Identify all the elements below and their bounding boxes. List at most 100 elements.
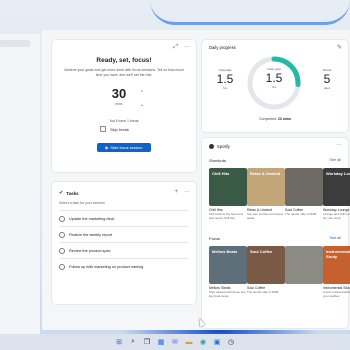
daily-progress-title: Daily progress bbox=[209, 45, 236, 50]
focus-subtitle: Achieve your goals and get more done wit… bbox=[64, 68, 184, 77]
playlist-tile[interactable]: Mellow Beats Mellow 'Beats Stay relaxed wi… bbox=[209, 246, 247, 298]
cover-text: Chill Hits bbox=[212, 171, 230, 176]
task-radio[interactable] bbox=[59, 231, 65, 238]
playlist-tile[interactable]: Relax & Unwind Relax & Unwind Set your wor… bbox=[247, 168, 285, 220]
tasks-title: Tasks bbox=[66, 190, 79, 196]
playlist-cover[interactable]: Relax & Unwind bbox=[247, 168, 285, 206]
playlist-cover[interactable]: Mellow Beats bbox=[209, 246, 247, 284]
playlist-description: The tender side of R&B. bbox=[247, 290, 280, 294]
search-icon[interactable]: ⌕ bbox=[128, 337, 138, 347]
clock-icon[interactable]: ◷ bbox=[226, 337, 236, 347]
store-icon[interactable]: ▣ bbox=[212, 337, 222, 347]
daily-card-controls: ✎ bbox=[331, 44, 342, 51]
expand-icon[interactable]: ⤢ bbox=[173, 44, 178, 50]
tasks-card: ✔ Tasks + ··· Select a task for your sess… bbox=[52, 182, 196, 304]
more-options-icon[interactable]: ··· bbox=[184, 189, 190, 195]
playlist-tile[interactable]: Chill Hits Chill Hits Kick back to the bes… bbox=[209, 168, 247, 220]
break-info: You'll have 1 break bbox=[109, 119, 139, 123]
focus-tiles: Mellow Beats Mellow 'Beats Stay relaxed wi… bbox=[209, 246, 350, 298]
streak-value: 5 bbox=[323, 72, 331, 86]
focus-title: Ready, set, focus! bbox=[96, 57, 152, 64]
playlist-description: Set your worries and stress aside. bbox=[247, 212, 284, 220]
wallpaper-bloom bbox=[150, 0, 350, 25]
completed-value: 23 mins bbox=[277, 117, 291, 121]
daily-progress-card: Daily progress ✎ Yesterday 1.5 hrs Daily… bbox=[202, 40, 348, 132]
task-item[interactable]: Review the product spec bbox=[59, 242, 189, 258]
focus-see-all-link[interactable]: See all bbox=[329, 236, 341, 240]
goal-stat: Daily goal 1.5 hrs bbox=[246, 67, 302, 89]
skip-break-checkbox[interactable]: Skip break bbox=[100, 126, 129, 132]
streak-unit: days bbox=[323, 86, 331, 90]
playlist-cover[interactable] bbox=[285, 246, 323, 284]
playlist-tile[interactable]: Workday LoungeWorkday LoungeLounge and c… bbox=[323, 168, 350, 220]
cover-text: Workday Lounge bbox=[326, 171, 350, 176]
focus-card-controls: ⤢ ··· bbox=[167, 44, 190, 51]
focus-heading: Focus bbox=[209, 236, 220, 241]
task-item[interactable]: Follow up with marketing on product nami… bbox=[59, 258, 189, 274]
task-label: Review the product spec bbox=[69, 248, 111, 253]
playlist-description: Lounge and chill out music for your work… bbox=[323, 212, 350, 220]
edge-icon[interactable]: ◉ bbox=[198, 337, 208, 347]
task-item[interactable]: Update the marketing deck bbox=[59, 210, 189, 226]
task-label: Finalize the weekly report bbox=[69, 232, 113, 237]
minutes-value[interactable]: 30 bbox=[102, 86, 136, 102]
widgets-icon[interactable]: ▦ bbox=[156, 337, 166, 347]
clock-app-window: ⤢ ··· Ready, set, focus! Achieve your goa… bbox=[42, 30, 350, 330]
shortcuts-heading: Shortcuts bbox=[209, 158, 226, 163]
spotify-title: Spotify bbox=[217, 144, 230, 149]
spotify-logo-icon bbox=[209, 144, 214, 149]
minutes-stepper[interactable]: 30 mins bbox=[102, 86, 136, 114]
playlist-description: The tender side of R&B. bbox=[285, 212, 318, 216]
spotify-card-controls: ··· bbox=[330, 142, 342, 148]
streak-stat: Streak 5 days bbox=[312, 68, 342, 90]
more-options-icon[interactable]: ··· bbox=[336, 142, 342, 148]
taskbar: ⊞ ⌕ ❐ ▦ ✉ ▬ ◉ ▣ ◷ bbox=[0, 334, 350, 350]
cover-text: Soul Coffee bbox=[250, 249, 273, 254]
spotify-card: Spotify ··· Shortcuts See all Chill Hits… bbox=[202, 138, 350, 328]
playlist-tile[interactable]: Instrumental Study Instrumental Study A so… bbox=[323, 246, 350, 298]
start-focus-label: Start focus session bbox=[110, 145, 143, 150]
task-item[interactable]: Finalize the weekly report bbox=[59, 226, 189, 242]
chevron-down-icon[interactable]: ⌄ bbox=[140, 99, 144, 111]
add-icon[interactable]: + bbox=[174, 189, 178, 195]
playlist-cover[interactable]: Soul Coffee bbox=[247, 246, 285, 284]
completed-label: Completed: bbox=[259, 117, 277, 121]
more-options-icon[interactable]: ··· bbox=[184, 44, 190, 50]
task-view-icon[interactable]: ❐ bbox=[142, 337, 152, 347]
checkbox-box[interactable] bbox=[100, 126, 106, 132]
chevron-up-icon[interactable]: ⌃ bbox=[140, 87, 144, 99]
task-list: Update the marketing deck Finalize the w… bbox=[59, 210, 189, 274]
daily-goal-ring[interactable]: Daily goal 1.5 hrs bbox=[246, 55, 302, 111]
goal-value: 1.5 bbox=[265, 71, 283, 85]
task-select-input[interactable]: Select a task for your session bbox=[59, 201, 105, 205]
playlist-description: Stay relaxed with these low-key beat tun… bbox=[209, 290, 247, 298]
skip-break-label: Skip break bbox=[110, 126, 129, 132]
completed-text: Completed: 23 mins bbox=[202, 117, 348, 121]
file-explorer-icon[interactable]: ▬ bbox=[184, 337, 194, 347]
cover-text: Mellow Beats bbox=[212, 249, 238, 254]
task-radio[interactable] bbox=[59, 247, 65, 254]
cover-text: Instrumental Study bbox=[326, 249, 350, 259]
playlist-cover[interactable] bbox=[285, 168, 323, 206]
windows-icon[interactable]: ⊞ bbox=[114, 337, 124, 347]
playlist-cover[interactable]: Workday Lounge bbox=[323, 168, 350, 206]
playlist-cover[interactable]: Chill Hits bbox=[209, 168, 247, 206]
shortcuts-see-all-link[interactable]: See all bbox=[329, 158, 341, 162]
task-radio[interactable] bbox=[59, 263, 65, 270]
start-focus-button[interactable]: ▶ Start focus session bbox=[97, 143, 151, 152]
chat-icon[interactable]: ✉ bbox=[170, 337, 180, 347]
playlist-tile[interactable] bbox=[285, 246, 323, 298]
spotify-header: Spotify bbox=[209, 144, 230, 149]
focus-session-card: ⤢ ··· Ready, set, focus! Achieve your goa… bbox=[52, 40, 196, 172]
stepper-arrows: ⌃ ⌄ bbox=[140, 87, 144, 111]
task-label: Follow up with marketing on product nami… bbox=[69, 264, 144, 269]
todo-check-icon: ✔ bbox=[59, 190, 64, 196]
playlist-tile[interactable]: Soul Coffee Soul Coffee The tender side of… bbox=[247, 246, 285, 298]
edit-icon[interactable]: ✎ bbox=[337, 45, 342, 51]
playlist-cover[interactable]: Instrumental Study bbox=[323, 246, 350, 284]
task-label: Update the marketing deck bbox=[69, 216, 115, 221]
task-radio[interactable] bbox=[59, 215, 65, 222]
yesterday-stat: Yesterday 1.5 hrs bbox=[210, 68, 240, 90]
tasks-card-controls: + ··· bbox=[168, 189, 190, 195]
playlist-tile[interactable]: Soul Coffee The tender side of R&B. bbox=[285, 168, 323, 220]
